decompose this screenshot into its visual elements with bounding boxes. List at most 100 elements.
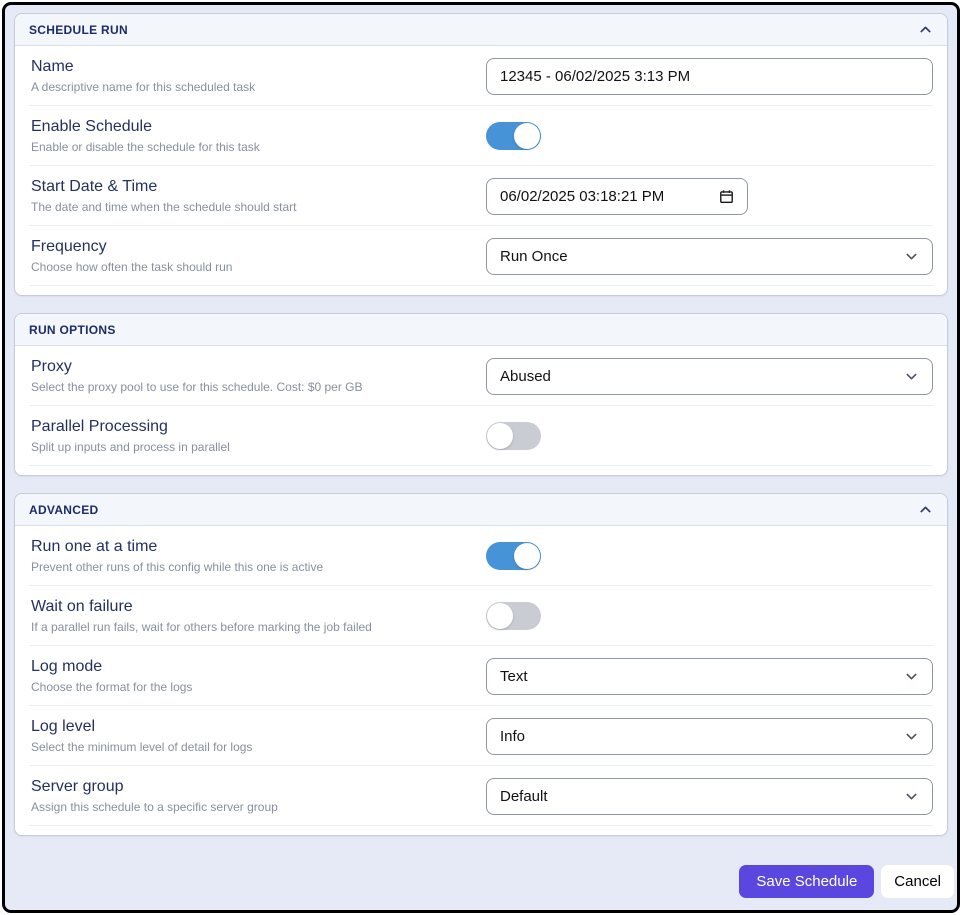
field-label: Name xyxy=(31,58,470,76)
chevron-down-icon xyxy=(904,729,919,744)
field-description: Split up inputs and process in parallel xyxy=(31,440,470,454)
wait-on-failure-toggle[interactable] xyxy=(486,602,541,630)
field-control: Default xyxy=(486,778,933,815)
field-description: Enable or disable the schedule for this … xyxy=(31,140,470,154)
chevron-up-icon xyxy=(918,502,933,517)
section-card-run-options: RUN OPTIONS Proxy Select the proxy pool to… xyxy=(14,313,948,476)
log-mode-select[interactable]: Text xyxy=(486,658,933,695)
toggle-knob xyxy=(487,603,513,629)
cancel-button[interactable]: Cancel xyxy=(881,865,954,898)
field-text: Start Date & Time The date and time when … xyxy=(29,178,486,214)
row-proxy: Proxy Select the proxy pool to use for th… xyxy=(15,346,947,406)
row-wait-on-failure: Wait on failure If a parallel run fails, … xyxy=(15,586,947,646)
select-value: Text xyxy=(500,668,528,685)
field-control xyxy=(486,122,933,150)
field-label: Enable Schedule xyxy=(31,118,470,136)
select-value: Default xyxy=(500,788,548,805)
section-body: Run one at a time Prevent other runs of t… xyxy=(15,526,947,835)
field-label: Frequency xyxy=(31,238,470,256)
field-description: If a parallel run fails, wait for others… xyxy=(31,620,470,634)
field-text: Enable Schedule Enable or disable the sch… xyxy=(29,118,486,154)
field-label: Proxy xyxy=(31,358,470,376)
window-frame: SCHEDULE RUN Name A descriptive name for t… xyxy=(2,2,960,913)
field-description: Choose the format for the logs xyxy=(31,680,470,694)
chevron-down-icon xyxy=(904,789,919,804)
section-header-advanced[interactable]: ADVANCED xyxy=(15,494,947,526)
field-text: Log level Select the minimum level of det… xyxy=(29,718,486,754)
server-group-select[interactable]: Default xyxy=(486,778,933,815)
field-text: Run one at a time Prevent other runs of t… xyxy=(29,538,486,574)
row-enable-schedule: Enable Schedule Enable or disable the sch… xyxy=(15,106,947,166)
section-card-schedule-run: SCHEDULE RUN Name A descriptive name for t… xyxy=(14,13,948,296)
chevron-up-icon xyxy=(918,22,933,37)
row-parallel-processing: Parallel Processing Split up inputs and p… xyxy=(15,406,947,466)
field-control xyxy=(486,422,933,450)
field-text: Frequency Choose how often the task shoul… xyxy=(29,238,486,274)
field-text: Wait on failure If a parallel run fails, … xyxy=(29,598,486,634)
field-text: Server groupAssign this schedule to a sp… xyxy=(29,778,486,814)
field-description: Select the proxy pool to use for this sc… xyxy=(31,380,470,394)
section-card-advanced: ADVANCED Run one at a time Prevent other r… xyxy=(14,493,948,836)
start-date-time-input[interactable]: 06/02/2025 03:18:21 PM xyxy=(486,178,748,215)
field-control xyxy=(486,602,933,630)
field-text: Name A descriptive name for this schedule… xyxy=(29,58,486,94)
datetime-value: 06/02/2025 03:18:21 PM xyxy=(500,188,664,205)
log-level-select[interactable]: Info xyxy=(486,718,933,755)
field-label: Log mode xyxy=(31,658,470,676)
sections: SCHEDULE RUN Name A descriptive name for t… xyxy=(14,13,948,836)
row-run-one-at-a-time: Run one at a time Prevent other runs of t… xyxy=(15,526,947,586)
schedule-form: SCHEDULE RUN Name A descriptive name for t… xyxy=(5,5,957,906)
field-description: Assign this schedule to a specific serve… xyxy=(31,800,470,814)
select-value: Run Once xyxy=(500,248,568,265)
field-label: Parallel Processing xyxy=(31,418,470,436)
field-description: Prevent other runs of this config while … xyxy=(31,560,470,574)
enable-schedule-toggle[interactable] xyxy=(486,122,541,150)
row-frequency: Frequency Choose how often the task shoul… xyxy=(15,226,947,286)
field-label: Wait on failure xyxy=(31,598,470,616)
section-title: RUN OPTIONS xyxy=(29,323,116,337)
field-text: Log mode Choose the format for the logs xyxy=(29,658,486,694)
chevron-down-icon xyxy=(904,369,919,384)
section-body: Proxy Select the proxy pool to use for th… xyxy=(15,346,947,475)
field-label: Start Date & Time xyxy=(31,178,470,196)
section-body: Name A descriptive name for this schedule… xyxy=(15,46,947,295)
field-label: Log level xyxy=(31,718,470,736)
row-server-group: Server groupAssign this schedule to a sp… xyxy=(15,766,947,826)
field-text: Proxy Select the proxy pool to use for th… xyxy=(29,358,486,394)
row-log-level: Log level Select the minimum level of det… xyxy=(15,706,947,766)
field-control: 06/02/2025 03:18:21 PM xyxy=(486,178,933,215)
field-description: The date and time when the schedule shou… xyxy=(31,200,470,214)
section-header-run-options: RUN OPTIONS xyxy=(15,314,947,346)
row-log-mode: Log mode Choose the format for the logs Te… xyxy=(15,646,947,706)
toggle-knob xyxy=(514,543,540,569)
section-title: ADVANCED xyxy=(29,503,99,517)
select-value: Info xyxy=(500,728,525,745)
field-control xyxy=(486,58,933,95)
field-control xyxy=(486,542,933,570)
run-one-at-a-time-toggle[interactable] xyxy=(486,542,541,570)
toggle-knob xyxy=(514,123,540,149)
field-control: Info xyxy=(486,718,933,755)
frequency-select[interactable]: Run Once xyxy=(486,238,933,275)
select-value: Abused xyxy=(500,368,551,385)
name-input[interactable] xyxy=(486,58,933,95)
row-start-date-time: Start Date & Time The date and time when … xyxy=(15,166,947,226)
field-label: Run one at a time xyxy=(31,538,470,556)
footer-actions: Save Schedule Cancel xyxy=(14,853,948,898)
field-control: Text xyxy=(486,658,933,695)
calendar-icon[interactable] xyxy=(719,189,734,204)
field-text: Parallel Processing Split up inputs and p… xyxy=(29,418,486,454)
proxy-select[interactable]: Abused xyxy=(486,358,933,395)
parallel-processing-toggle[interactable] xyxy=(486,422,541,450)
toggle-knob xyxy=(487,423,513,449)
field-description: Choose how often the task should run xyxy=(31,260,470,274)
save-schedule-button[interactable]: Save Schedule xyxy=(739,865,874,898)
field-control: Abused xyxy=(486,358,933,395)
section-title: SCHEDULE RUN xyxy=(29,23,128,37)
row-name: Name A descriptive name for this schedule… xyxy=(15,46,947,106)
field-description: A descriptive name for this scheduled ta… xyxy=(31,80,470,94)
field-description: Select the minimum level of detail for l… xyxy=(31,740,470,754)
section-header-schedule-run[interactable]: SCHEDULE RUN xyxy=(15,14,947,46)
field-control: Run Once xyxy=(486,238,933,275)
chevron-down-icon xyxy=(904,669,919,684)
